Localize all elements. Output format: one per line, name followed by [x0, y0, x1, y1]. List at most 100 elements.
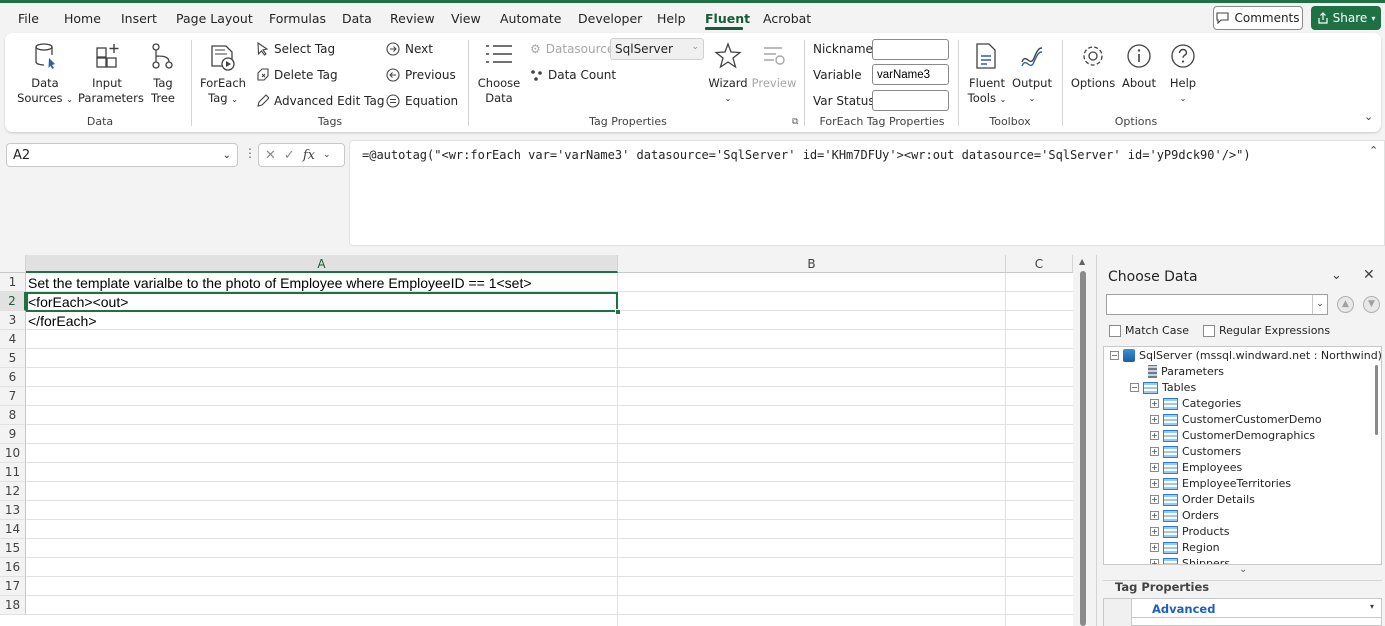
confirm-icon[interactable]: ✓: [284, 148, 295, 163]
scrollbar-thumb[interactable]: [1080, 271, 1086, 626]
row-header-15[interactable]: 15: [0, 539, 26, 558]
delete-tag-button[interactable]: Delete Tag: [256, 68, 338, 82]
row-header-7[interactable]: 7: [0, 387, 26, 406]
row-header-6[interactable]: 6: [0, 368, 26, 387]
row-header-16[interactable]: 16: [0, 558, 26, 577]
tree-node-table[interactable]: + Products: [1150, 525, 1230, 538]
tree-node-table[interactable]: + CustomerCustomerDemo: [1150, 413, 1322, 426]
select-tag-button[interactable]: Select Tag: [256, 42, 335, 56]
comments-button[interactable]: Comments: [1213, 6, 1303, 30]
cell-a3[interactable]: </forEach>: [28, 312, 97, 331]
collapse-formula-bar-icon[interactable]: ⌃: [1369, 144, 1378, 157]
row-header-13[interactable]: 13: [0, 501, 26, 520]
name-box[interactable]: A2 ⌄: [6, 143, 238, 167]
tab-formulas[interactable]: Formulas: [269, 11, 326, 26]
row-header-11[interactable]: 11: [0, 463, 26, 482]
datasource-dropdown[interactable]: SqlServer ⌄: [610, 38, 704, 60]
nickname-input[interactable]: [872, 39, 949, 60]
output-button[interactable]: Output ⌄: [1010, 76, 1054, 106]
share-button[interactable]: Share ▾: [1311, 6, 1381, 30]
tab-acrobat[interactable]: Acrobat: [763, 11, 811, 26]
tab-review[interactable]: Review: [390, 11, 435, 26]
close-icon[interactable]: ✕: [1363, 267, 1375, 283]
variable-input[interactable]: [872, 64, 949, 85]
advanced-edit-tag-button[interactable]: Advanced Edit Tag: [256, 94, 384, 108]
next-button[interactable]: Next: [386, 42, 433, 56]
var-status-input[interactable]: [872, 90, 949, 111]
expand-icon[interactable]: +: [1150, 543, 1159, 552]
fluent-tools-button[interactable]: Fluent Tools ⌄: [964, 76, 1010, 107]
tree-node-table[interactable]: + Employees: [1150, 461, 1242, 474]
find-next-icon[interactable]: ▼: [1363, 296, 1380, 313]
row-header-8[interactable]: 8: [0, 406, 26, 425]
help-button[interactable]: Help ⌄: [1162, 76, 1204, 106]
dialog-launcher-icon[interactable]: ⧉: [792, 117, 798, 127]
scroll-up-icon[interactable]: ▲: [1079, 257, 1085, 266]
expand-icon[interactable]: +: [1150, 559, 1159, 564]
tree-node-table[interactable]: + Categories: [1150, 397, 1241, 410]
tab-fluent[interactable]: Fluent: [705, 11, 750, 26]
tab-file[interactable]: File: [18, 11, 39, 26]
expand-icon[interactable]: +: [1150, 463, 1159, 472]
previous-button[interactable]: Previous: [386, 68, 456, 82]
more-options-icon[interactable]: ⋮: [244, 146, 256, 160]
chevron-down-icon[interactable]: ⌄: [1239, 564, 1247, 575]
match-case-checkbox[interactable]: Match Case: [1109, 324, 1189, 337]
chevron-down-icon[interactable]: ▾: [1370, 602, 1374, 611]
tab-help[interactable]: Help: [657, 11, 686, 26]
equation-button[interactable]: Equation: [386, 94, 458, 108]
expand-icon[interactable]: +: [1150, 431, 1159, 440]
advanced-category[interactable]: Advanced: [1152, 602, 1215, 616]
insert-function-icon[interactable]: fx: [303, 148, 315, 163]
row-header-14[interactable]: 14: [0, 520, 26, 539]
chevron-down-icon[interactable]: ⌄: [1312, 295, 1327, 314]
row-header-3[interactable]: 3: [0, 311, 26, 330]
collapse-icon[interactable]: −: [1130, 383, 1139, 392]
select-all-corner[interactable]: [0, 255, 26, 273]
tag-tree-button[interactable]: Tag Tree: [140, 76, 186, 106]
collapse-ribbon-icon[interactable]: ⌄: [1364, 110, 1373, 123]
tree-node-tables[interactable]: − Tables: [1130, 381, 1196, 394]
about-button[interactable]: About: [1118, 76, 1160, 91]
row-header-2[interactable]: 2: [0, 292, 26, 311]
column-header-b[interactable]: B: [618, 255, 1006, 273]
row-header-5[interactable]: 5: [0, 349, 26, 368]
wizard-button[interactable]: Wizard ⌄: [704, 76, 752, 106]
tree-node-table[interactable]: + CustomerDemographics: [1150, 429, 1315, 442]
tree-node-table[interactable]: + Region: [1150, 541, 1220, 554]
tree-node-table[interactable]: + EmployeeTerritories: [1150, 477, 1291, 490]
tab-insert[interactable]: Insert: [121, 11, 157, 26]
expand-icon[interactable]: +: [1150, 447, 1159, 456]
column-header-a[interactable]: A: [26, 255, 618, 273]
choose-data-button[interactable]: Choose Data: [476, 76, 522, 106]
tab-home[interactable]: Home: [64, 11, 101, 26]
tree-node-table[interactable]: + Shippers: [1150, 557, 1230, 564]
row-header-12[interactable]: 12: [0, 482, 26, 501]
tab-automate[interactable]: Automate: [500, 11, 561, 26]
expand-icon[interactable]: +: [1150, 511, 1159, 520]
row-header-10[interactable]: 10: [0, 444, 26, 463]
preview-button[interactable]: Preview: [750, 76, 798, 91]
cell-a1[interactable]: Set the template varialbe to the photo o…: [28, 274, 532, 293]
tree-node-table[interactable]: + Customers: [1150, 445, 1241, 458]
data-sources-button[interactable]: Data Sources ⌄: [16, 76, 74, 107]
foreach-tag-button[interactable]: ForEach Tag ⌄: [196, 76, 250, 107]
row-header-17[interactable]: 17: [0, 577, 26, 596]
fill-handle[interactable]: [615, 309, 621, 315]
input-parameters-button[interactable]: Input Parameters: [78, 76, 144, 106]
row-header-9[interactable]: 9: [0, 425, 26, 444]
tree-scrollbar-thumb[interactable]: [1375, 365, 1378, 435]
expand-icon[interactable]: +: [1150, 415, 1159, 424]
tree-node-table[interactable]: + Order Details: [1150, 493, 1255, 506]
search-input[interactable]: ⌄: [1106, 294, 1328, 315]
regular-expressions-checkbox[interactable]: Regular Expressions: [1203, 324, 1330, 337]
find-previous-icon[interactable]: ▲: [1337, 296, 1354, 313]
tree-node-sqlserver[interactable]: − SqlServer (mssql.windward.net : Northw…: [1110, 349, 1381, 362]
options-button[interactable]: Options: [1070, 76, 1116, 91]
expand-icon[interactable]: +: [1150, 527, 1159, 536]
tab-data[interactable]: Data: [342, 11, 372, 26]
tab-developer[interactable]: Developer: [578, 11, 642, 26]
tree-node-table[interactable]: + Orders: [1150, 509, 1219, 522]
data-tree[interactable]: − SqlServer (mssql.windward.net : Northw…: [1103, 346, 1382, 565]
formula-input[interactable]: =@autotag("<wr:forEach var='varName3' da…: [349, 140, 1385, 246]
